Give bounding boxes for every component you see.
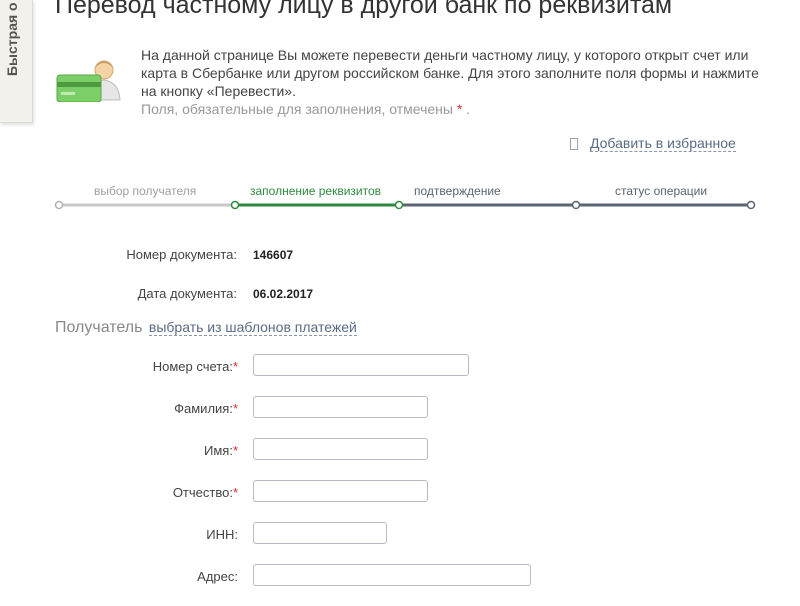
address-label: Адрес: <box>197 569 238 584</box>
document-date-value: 06.02.2017 <box>253 287 314 301</box>
required-fields-note: Поля, обязательные для заполнения, отмеч… <box>141 100 771 118</box>
patronymic-label: Отчество:* <box>173 485 238 500</box>
quick-actions-tab[interactable]: Быстрая о <box>0 0 33 123</box>
page-title: Перевод частному лицу в другой банк по р… <box>55 0 673 19</box>
last-name-input[interactable] <box>253 396 428 418</box>
recipient-section-title: Получатель <box>55 319 143 336</box>
account-number-label-text: Номер счета: <box>152 359 233 374</box>
patronymic-label-text: Отчество: <box>172 485 233 500</box>
document-number-value: 146607 <box>253 248 294 262</box>
required-star: * <box>232 359 238 374</box>
info-description-text: На данной странице Вы можете перевести д… <box>141 47 759 99</box>
document-date-label: Дата документа: <box>137 286 237 301</box>
inn-input[interactable] <box>253 522 387 544</box>
document-number-label: Номер документа: <box>126 247 237 262</box>
recipient-section: Получатель выбрать из шаблонов платежей <box>55 319 357 337</box>
first-name-label: Имя:* <box>204 443 238 458</box>
first-name-input[interactable] <box>253 438 428 460</box>
last-name-label: Фамилия:* <box>174 401 238 416</box>
add-to-favorites-link[interactable]: Добавить в избранное <box>590 135 736 152</box>
last-name-label-text: Фамилия: <box>174 401 233 416</box>
required-note-suffix: . <box>466 101 471 117</box>
progress-steps: выбор получателя заполнение реквизитов п… <box>0 180 800 220</box>
required-star: * <box>232 443 238 458</box>
choose-template-link[interactable]: выбрать из шаблонов платежей <box>148 319 357 336</box>
account-number-input[interactable] <box>253 354 469 376</box>
account-number-label: Номер счета:* <box>153 359 238 374</box>
step-node-4 <box>571 200 581 210</box>
person-card-icon <box>56 60 121 102</box>
first-name-label-text: Имя: <box>204 443 233 458</box>
info-description: На данной странице Вы можете перевести д… <box>141 46 771 118</box>
patronymic-input[interactable] <box>253 480 428 502</box>
quick-actions-tab-label: Быстрая о <box>4 2 20 76</box>
required-star: * <box>232 485 238 500</box>
required-note-prefix: Поля, обязательные для заполнения, отмеч… <box>141 101 453 117</box>
bookmark-icon <box>570 137 578 150</box>
required-star: * <box>456 101 463 117</box>
address-input[interactable] <box>253 564 531 586</box>
inn-label: ИНН: <box>206 527 238 542</box>
add-to-favorites[interactable]: Добавить в избранное <box>570 135 736 152</box>
step-node-3 <box>394 200 404 210</box>
required-star: * <box>232 401 238 416</box>
step-node-1 <box>54 200 64 210</box>
progress-track <box>54 200 756 210</box>
step-node-5 <box>746 200 756 210</box>
step-node-2 <box>230 200 240 210</box>
